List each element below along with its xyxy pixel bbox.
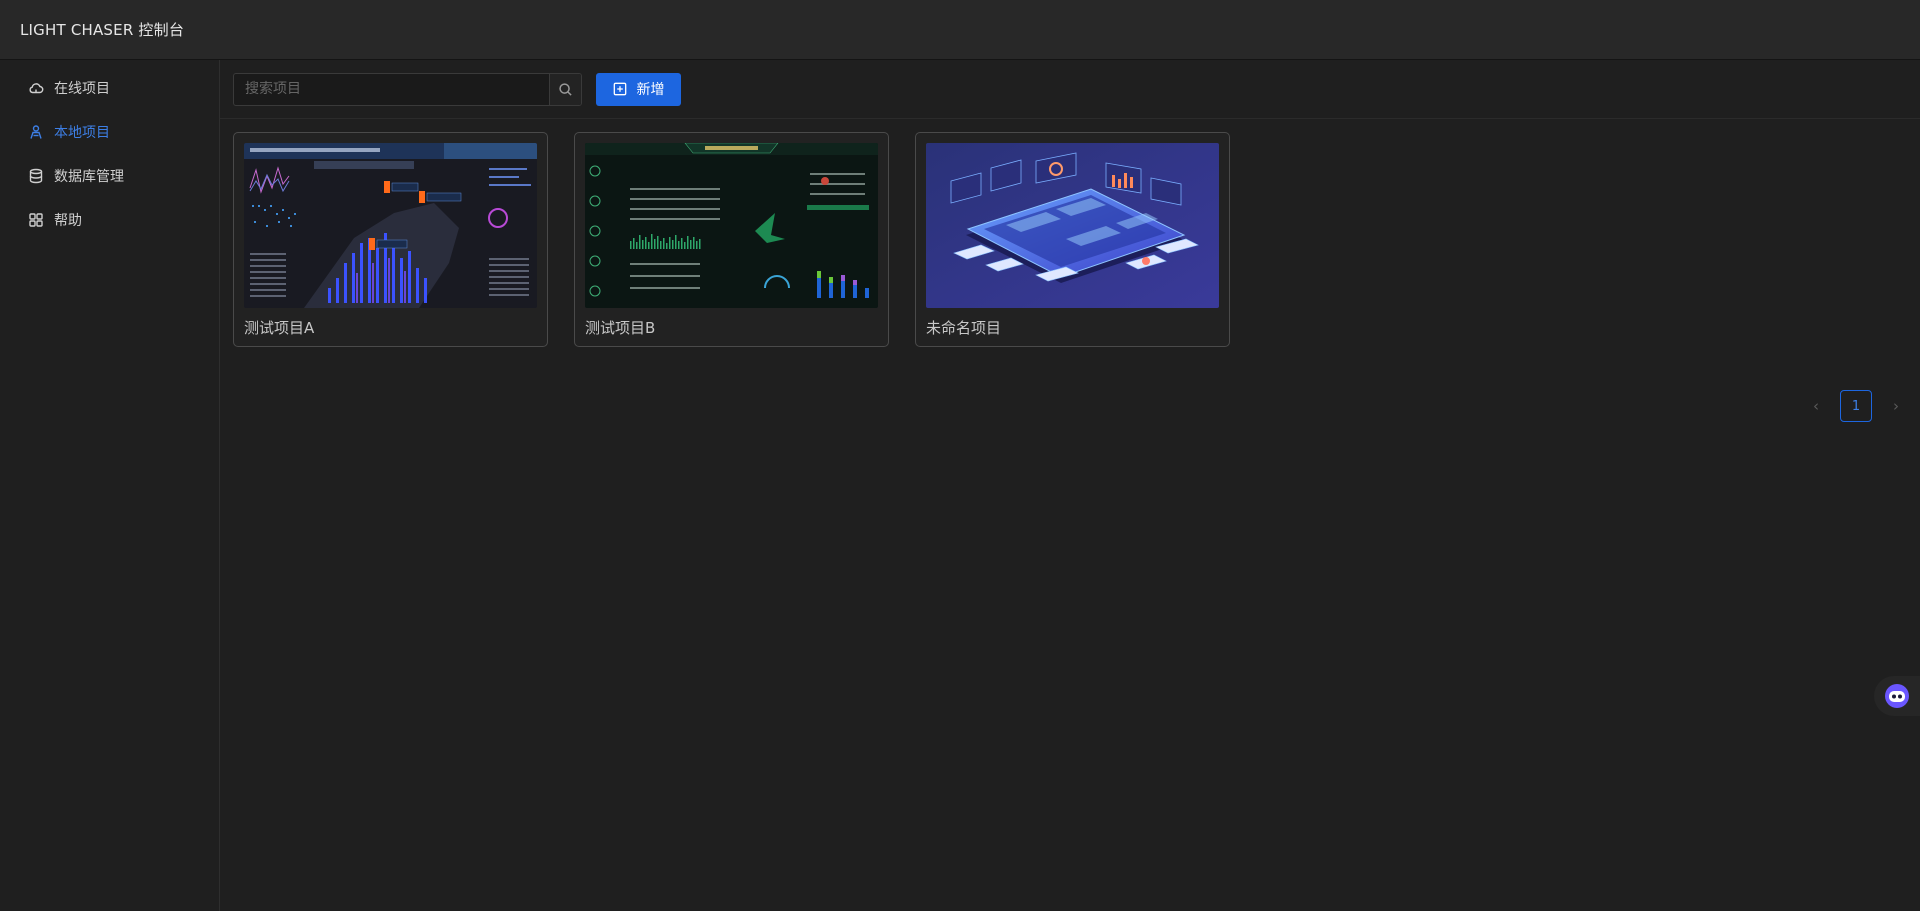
search-icon (559, 82, 572, 96)
robot-icon (1885, 684, 1909, 708)
page-button-current[interactable]: 1 (1840, 390, 1872, 422)
sidebar-item-database[interactable]: 数据库管理 (0, 154, 219, 198)
sidebar-item-label: 帮助 (54, 213, 82, 229)
app-header: LIGHT CHASER 控制台 (0, 0, 1920, 60)
app-title: LIGHT CHASER 控制台 (20, 21, 185, 39)
database-icon (28, 168, 44, 184)
add-project-button[interactable]: 新增 (596, 72, 681, 106)
sidebar-item-label: 数据库管理 (54, 169, 124, 185)
cloud-icon (28, 80, 44, 96)
project-thumbnail (244, 143, 537, 308)
grid-icon (28, 212, 44, 228)
add-button-label: 新增 (636, 82, 665, 98)
project-name: 未命名项目 (926, 319, 1002, 337)
project-name: 测试项目A (244, 319, 315, 337)
search-button[interactable] (549, 73, 581, 105)
sidebar-item-help[interactable]: 帮助 (0, 198, 219, 242)
toolbar: 新增 (220, 60, 1920, 119)
chevron-left-icon[interactable]: ‹ (1800, 390, 1832, 422)
project-thumbnail (926, 143, 1219, 308)
project-card[interactable]: 测试项目B (574, 132, 889, 347)
search-box (233, 72, 582, 106)
chevron-right-icon[interactable]: › (1880, 390, 1912, 422)
sidebar-item-label: 本地项目 (54, 125, 110, 141)
sidebar-item-label: 在线项目 (54, 81, 110, 97)
project-card[interactable]: 测试项目A (233, 132, 548, 347)
plus-square-icon (613, 82, 626, 96)
project-card[interactable]: 未命名项目 (915, 132, 1230, 347)
pagination: ‹ 1 › (1792, 390, 1920, 422)
sidebar-item-local-projects[interactable]: 本地项目 (0, 110, 219, 154)
assistant-float-button[interactable] (1874, 676, 1920, 716)
project-grid: 测试项目A 测试项目B 未命名项目 (233, 132, 1230, 347)
project-name: 测试项目B (585, 319, 656, 337)
sidebar: 在线项目 本地项目 数据库管理 帮助 (0, 60, 220, 911)
search-input[interactable] (234, 73, 549, 105)
main-content: 新增 (220, 60, 1920, 911)
project-thumbnail (585, 143, 878, 308)
user-icon (28, 124, 44, 140)
sidebar-item-online-projects[interactable]: 在线项目 (0, 66, 219, 110)
